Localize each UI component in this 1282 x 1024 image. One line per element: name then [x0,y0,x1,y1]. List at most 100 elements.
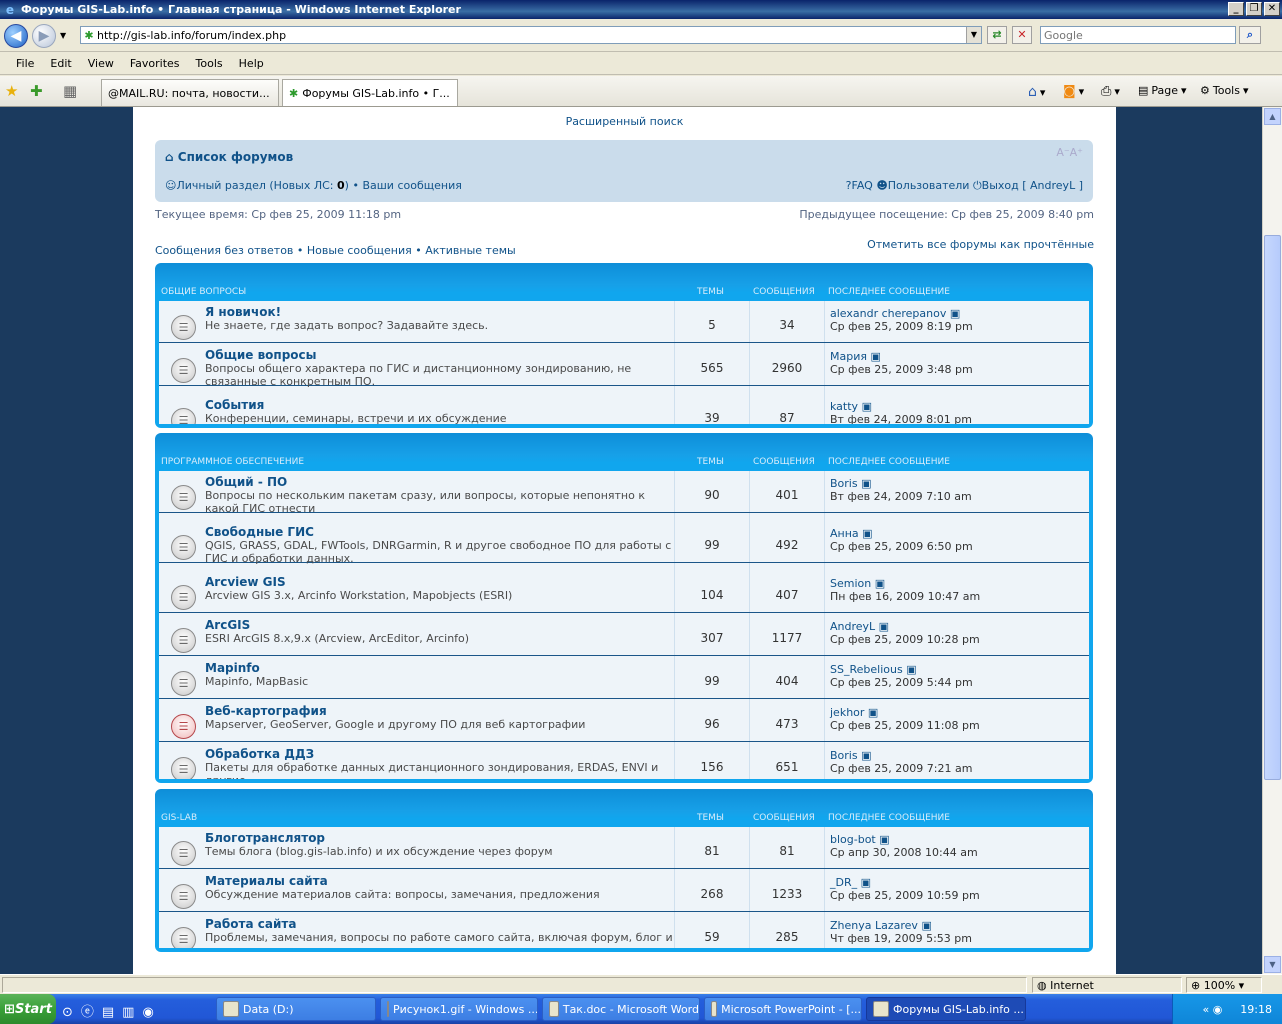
view-latest-post-icon[interactable]: ▣ [861,876,871,889]
view-latest-post-icon[interactable]: ▣ [950,307,960,320]
your-posts-link[interactable]: Ваши сообщения [362,179,461,192]
forum-title-link[interactable]: Материалы сайта [205,874,328,888]
category-name[interactable]: Общие вопросы [161,287,246,297]
view-latest-post-icon[interactable]: ▣ [870,350,880,363]
forum-title-link[interactable]: События [205,398,264,412]
logout-link[interactable]: Выход [ AndreyL ] [982,179,1083,192]
quick-launch[interactable]: ⊙ⓔ▤▥◉ [62,1001,162,1020]
close-button[interactable]: ✕ [1264,2,1280,16]
page-menu-button[interactable]: ▤ Page ▾ [1138,84,1187,97]
last-post-info: katty ▣ Вт фев 24, 2009 8:01 pm [830,400,972,424]
maximize-button[interactable]: ❐ [1246,2,1262,16]
view-latest-post-icon[interactable]: ▣ [862,400,872,413]
menu-tools[interactable]: Tools [188,57,231,70]
refresh-button[interactable]: ⇄ [987,26,1007,44]
unanswered-link[interactable]: Сообщения без ответов [155,244,293,257]
tab-gis-lab[interactable]: ✱ Форумы GIS-Lab.info • Г... ✕ [282,79,458,106]
view-latest-post-icon[interactable]: ▣ [879,620,889,633]
forum-title-link[interactable]: Блоготранслятор [205,831,325,845]
menu-favorites[interactable]: Favorites [122,57,188,70]
forum-title-link[interactable]: Я новичок! [205,305,281,319]
last-post-author-link[interactable]: Boris [830,477,858,490]
zoom-control[interactable]: ⊕ 100% ▾ [1186,977,1262,993]
last-post-author-link[interactable]: Semion [830,577,871,590]
favorites-star-icon[interactable]: ★ [5,82,18,100]
forum-title-link[interactable]: ArcGIS [205,618,250,632]
menu-edit[interactable]: Edit [42,57,79,70]
last-post-author-link[interactable]: Мария [830,350,867,363]
forum-title-link[interactable]: Общие вопросы [205,348,317,362]
menu-help[interactable]: Help [231,57,272,70]
last-post-date: Ср фев 25, 2009 7:21 am [830,762,973,775]
tools-menu-button[interactable]: ⚙ Tools ▾ [1200,84,1249,97]
mark-read-link[interactable]: Отметить все форумы как прочтённые [867,238,1094,251]
print-button[interactable]: ⎙ ▾ [1101,84,1120,99]
view-latest-post-icon[interactable]: ▣ [875,577,885,590]
add-favorite-icon[interactable]: ✚ [30,82,43,100]
last-post-author-link[interactable]: katty [830,400,858,413]
task-word[interactable]: Так.doc - Microsoft Word [542,997,700,1021]
feeds-button[interactable]: ◙ ▾ [1063,84,1084,99]
vertical-scrollbar[interactable]: ▲ ▼ [1262,107,1282,974]
forum-index-link[interactable]: ⌂ Список форумов [165,150,293,164]
quick-tabs-icon[interactable]: ▦ [63,82,77,100]
scroll-down-icon[interactable]: ▼ [1264,956,1281,973]
view-latest-post-icon[interactable]: ▣ [868,706,878,719]
tab-mail-ru[interactable]: @MAIL.RU: почта, новости... [101,79,279,106]
forward-button[interactable]: ▶ [32,24,56,48]
forum-title-link[interactable]: Свободные ГИС [205,525,314,539]
view-latest-post-icon[interactable]: ▣ [906,663,916,676]
faq-link[interactable]: FAQ [852,179,873,192]
advanced-search-link[interactable]: Расширенный поиск [133,115,1116,128]
stop-button[interactable]: ✕ [1012,26,1032,44]
font-size-control[interactable]: A⁻A⁺ [1056,146,1083,159]
search-input[interactable] [1041,27,1235,43]
forum-title-link[interactable]: Mapinfo [205,661,260,675]
tray-icons[interactable]: « ◉ [1202,1003,1222,1016]
category-name[interactable]: Программное обеспечение [161,457,304,467]
forum-title-link[interactable]: Веб-картография [205,704,327,718]
home-button[interactable]: ⌂ ▾ [1028,84,1045,100]
search-box[interactable] [1040,26,1236,44]
view-latest-post-icon[interactable]: ▣ [861,749,871,762]
last-post-author-link[interactable]: Boris [830,749,858,762]
menu-view[interactable]: View [80,57,122,70]
history-dropdown-icon[interactable]: ▼ [60,31,66,40]
forum-title-link[interactable]: Работа сайта [205,917,296,931]
minimize-button[interactable]: _ [1228,2,1244,16]
address-dropdown-icon[interactable]: ▼ [966,27,981,43]
last-post-author-link[interactable]: blog-bot [830,833,876,846]
menu-file[interactable]: File [8,57,42,70]
last-post-author-link[interactable]: jekhor [830,706,864,719]
active-topics-link[interactable]: Активные темы [425,244,516,257]
task-data-drive[interactable]: Data (D:) [216,997,376,1021]
scroll-up-icon[interactable]: ▲ [1264,108,1281,125]
last-post-author-link[interactable]: Zhenya Lazarev [830,919,918,932]
scroll-thumb[interactable] [1264,235,1281,780]
new-posts-link[interactable]: Новые сообщения [307,244,412,257]
back-button[interactable]: ◀ [4,24,28,48]
last-post-author-link[interactable]: Анна [830,527,859,540]
forum-title-link[interactable]: Arcview GIS [205,575,286,589]
forum-topics-count: 156 [700,760,724,774]
forum-title-link[interactable]: Общий - ПО [205,475,287,489]
category-name[interactable]: GIS-Lab [161,813,197,823]
view-latest-post-icon[interactable]: ▣ [862,527,872,540]
start-button[interactable]: ⊞ Start [0,994,56,1024]
address-bar[interactable]: ✱ ▼ [80,26,982,44]
view-latest-post-icon[interactable]: ▣ [879,833,889,846]
last-post-author-link[interactable]: alexandr cherepanov [830,307,946,320]
task-paint[interactable]: Рисунок1.gif - Windows ... [380,997,538,1021]
ucp-link[interactable]: Личный раздел (Новых ЛС: [176,179,337,192]
search-icon[interactable]: ⌕ [1239,26,1261,44]
last-post-author-link[interactable]: _DR_ [830,876,857,889]
url-input[interactable] [97,28,966,42]
view-latest-post-icon[interactable]: ▣ [921,919,931,932]
task-powerpoint[interactable]: Microsoft PowerPoint - [... [704,997,862,1021]
last-post-author-link[interactable]: AndreyL [830,620,875,633]
forum-title-link[interactable]: Обработка ДДЗ [205,747,314,761]
last-post-author-link[interactable]: SS_Rebelious [830,663,903,676]
members-link[interactable]: Пользователи [888,179,970,192]
task-ie[interactable]: Форумы GIS-Lab.info ... [866,997,1026,1021]
view-latest-post-icon[interactable]: ▣ [861,477,871,490]
